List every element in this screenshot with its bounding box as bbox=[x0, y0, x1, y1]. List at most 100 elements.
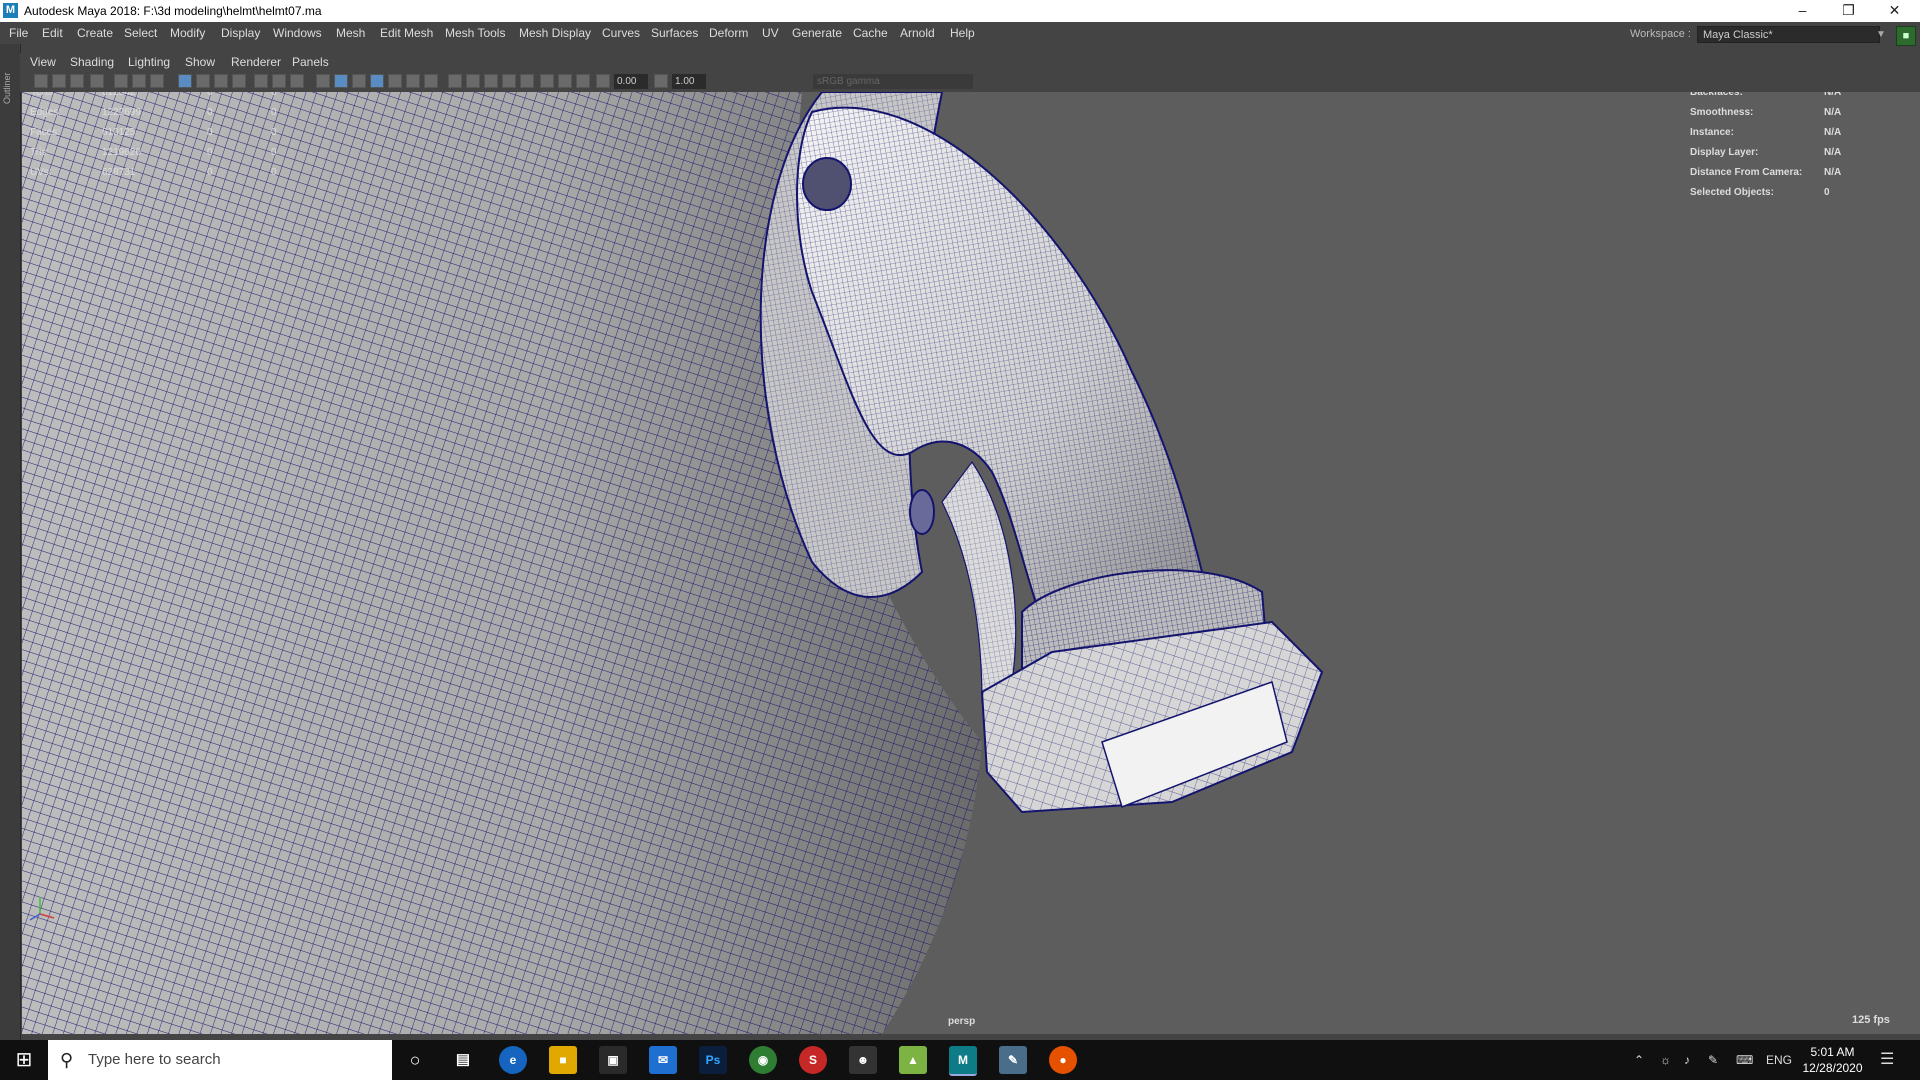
menu-uv[interactable]: UV bbox=[762, 26, 779, 40]
ambient-occlusion-icon[interactable] bbox=[448, 74, 462, 88]
camera-attributes-icon[interactable] bbox=[52, 74, 66, 88]
notes-app-icon[interactable]: ✎ bbox=[999, 1046, 1027, 1074]
menu-create[interactable]: Create bbox=[77, 26, 113, 40]
menu-deform[interactable]: Deform bbox=[709, 26, 748, 40]
menu-help[interactable]: Help bbox=[950, 26, 975, 40]
camera-icon[interactable] bbox=[34, 74, 48, 88]
depth-of-field-icon[interactable] bbox=[502, 74, 516, 88]
chrome-icon[interactable]: ◉ bbox=[749, 1046, 777, 1074]
chevron-down-icon[interactable]: ▼ bbox=[1876, 27, 1888, 42]
bookmark-icon[interactable] bbox=[70, 74, 84, 88]
close-icon[interactable]: ✕ bbox=[1872, 0, 1917, 22]
menu-mesh-tools[interactable]: Mesh Tools bbox=[445, 26, 505, 40]
cortana-icon[interactable]: ○ bbox=[401, 1046, 429, 1074]
xray-joints-icon[interactable] bbox=[558, 74, 572, 88]
hud-faces-label: Faces: bbox=[30, 126, 61, 138]
menu-curves[interactable]: Curves bbox=[602, 26, 640, 40]
hud-backfaces-value: N/A bbox=[1824, 92, 1842, 98]
pencil-icon[interactable] bbox=[150, 74, 164, 88]
windows-start-icon[interactable]: ⊞ bbox=[0, 1040, 48, 1080]
hud-tris-label: Tris: bbox=[30, 146, 50, 158]
menu-edit[interactable]: Edit bbox=[42, 26, 63, 40]
task-view-icon[interactable]: ▤ bbox=[449, 1046, 477, 1074]
taskbar-search-box[interactable]: ⚲ Type here to search bbox=[48, 1040, 392, 1080]
restore-icon[interactable]: ❐ bbox=[1826, 0, 1871, 22]
color-space-select[interactable]: sRGB gamma bbox=[813, 74, 973, 89]
menu-generate[interactable]: Generate bbox=[792, 26, 842, 40]
photoshop-icon[interactable]: Ps bbox=[699, 1046, 727, 1074]
keyboard-icon[interactable]: ⌨ bbox=[1736, 1040, 1753, 1080]
resolution-gate-icon[interactable] bbox=[214, 74, 228, 88]
file-explorer-icon[interactable]: ■ bbox=[549, 1046, 577, 1074]
exposure-icon[interactable] bbox=[596, 74, 610, 88]
panel-menu-view[interactable]: View bbox=[30, 55, 56, 69]
lock-icon[interactable]: ■ bbox=[1896, 26, 1916, 46]
panel-menu-renderer[interactable]: Renderer bbox=[231, 55, 281, 69]
workspace-select[interactable]: Maya Classic* bbox=[1697, 26, 1880, 43]
smooth-shade-icon[interactable] bbox=[334, 74, 348, 88]
menu-edit-mesh[interactable]: Edit Mesh bbox=[380, 26, 433, 40]
network-icon[interactable]: ☼ bbox=[1660, 1040, 1671, 1080]
textured-icon[interactable] bbox=[388, 74, 402, 88]
isolate-select-icon[interactable] bbox=[520, 74, 534, 88]
hud-display-layer-value: N/A bbox=[1824, 146, 1842, 158]
menu-select[interactable]: Select bbox=[124, 26, 157, 40]
panel-menu-panels[interactable]: Panels bbox=[292, 55, 329, 69]
default-material-icon[interactable] bbox=[352, 74, 366, 88]
tray-chevron-up-icon[interactable]: ⌃ bbox=[1634, 1040, 1644, 1080]
substance-icon[interactable]: S bbox=[799, 1046, 827, 1074]
grid-icon[interactable] bbox=[178, 74, 192, 88]
main-menu-bar: File Edit Create Select Modify Display W… bbox=[0, 22, 1920, 44]
scene-render bbox=[22, 92, 1324, 1034]
maya-taskbar-icon[interactable]: M bbox=[949, 1046, 977, 1076]
panel-menu-shading[interactable]: Shading bbox=[70, 55, 114, 69]
taskbar-clock[interactable]: 5:01 AM 12/28/2020 bbox=[1780, 1044, 1885, 1076]
use-all-lights-icon[interactable] bbox=[406, 74, 420, 88]
exposure-field[interactable]: 0.00 bbox=[614, 74, 648, 89]
volume-icon[interactable]: ♪ bbox=[1684, 1040, 1690, 1080]
menu-modify[interactable]: Modify bbox=[170, 26, 205, 40]
user-app-icon[interactable]: ☻ bbox=[849, 1046, 877, 1074]
viewport-persp[interactable]: Verts: 612642 0 0 Edges: 1222699 0 0 Fac… bbox=[22, 92, 1920, 1034]
shadows-icon[interactable] bbox=[424, 74, 438, 88]
field-chart-icon[interactable] bbox=[254, 74, 268, 88]
hud-instance-value: N/A bbox=[1824, 126, 1842, 138]
edge-icon[interactable]: e bbox=[499, 1046, 527, 1074]
panel-menu-show[interactable]: Show bbox=[185, 55, 215, 69]
anti-aliasing-icon[interactable] bbox=[484, 74, 498, 88]
xray-components-icon[interactable] bbox=[576, 74, 590, 88]
mail-icon[interactable]: ✉ bbox=[649, 1046, 677, 1074]
grease-pencil-icon[interactable] bbox=[114, 74, 128, 88]
menu-mesh-display[interactable]: Mesh Display bbox=[519, 26, 591, 40]
gamma-field[interactable]: 1.00 bbox=[672, 74, 706, 89]
panel-menu-lighting[interactable]: Lighting bbox=[128, 55, 170, 69]
gamma-icon[interactable] bbox=[654, 74, 668, 88]
safe-action-icon[interactable] bbox=[272, 74, 286, 88]
menu-surfaces[interactable]: Surfaces bbox=[651, 26, 698, 40]
2d-pan-icon[interactable] bbox=[132, 74, 146, 88]
wireframe-icon[interactable] bbox=[316, 74, 330, 88]
menu-windows[interactable]: Windows bbox=[273, 26, 322, 40]
safe-title-icon[interactable] bbox=[290, 74, 304, 88]
hud-distance-value: N/A bbox=[1824, 166, 1842, 178]
menu-cache[interactable]: Cache bbox=[853, 26, 888, 40]
notifications-icon[interactable]: ☰ bbox=[1880, 1040, 1894, 1080]
marmoset-icon[interactable]: ● bbox=[1049, 1046, 1077, 1074]
wireframe-on-shaded-icon[interactable] bbox=[370, 74, 384, 88]
motion-blur-icon[interactable] bbox=[466, 74, 480, 88]
pen-icon[interactable]: ✎ bbox=[1708, 1040, 1718, 1080]
menu-mesh[interactable]: Mesh bbox=[336, 26, 365, 40]
gate-mask-icon[interactable] bbox=[232, 74, 246, 88]
camera-name: persp bbox=[948, 1016, 976, 1027]
image-viewer-icon[interactable]: ▲ bbox=[899, 1046, 927, 1074]
image-plane-icon[interactable] bbox=[90, 74, 104, 88]
xray-icon[interactable] bbox=[540, 74, 554, 88]
store-icon[interactable]: ▣ bbox=[599, 1046, 627, 1074]
film-gate-icon[interactable] bbox=[196, 74, 210, 88]
minimize-icon[interactable]: – bbox=[1780, 0, 1825, 22]
menu-file[interactable]: File bbox=[9, 26, 28, 40]
menu-arnold[interactable]: Arnold bbox=[900, 26, 935, 40]
menu-display[interactable]: Display bbox=[221, 26, 260, 40]
hud-tris-sel: 0 bbox=[207, 146, 213, 158]
outliner-strip[interactable]: Outliner bbox=[0, 44, 21, 1044]
